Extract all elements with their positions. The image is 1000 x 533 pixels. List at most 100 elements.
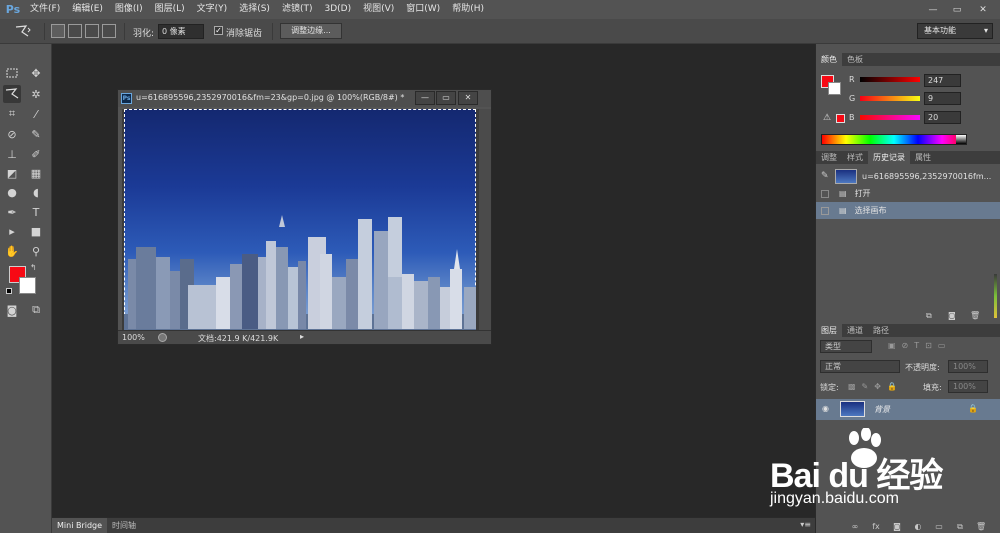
canvas-area[interactable]	[122, 109, 479, 330]
history-item-open[interactable]: ▤ 打开	[816, 185, 1000, 202]
color-spectrum[interactable]	[821, 134, 967, 145]
intersect-selection-icon[interactable]	[102, 24, 116, 38]
eyedropper-icon[interactable]: ⁄	[27, 105, 45, 123]
background-color-swatch[interactable]	[19, 277, 36, 294]
fx-icon[interactable]: fx	[871, 522, 881, 531]
adjustment-layer-icon[interactable]: ◐	[913, 522, 923, 531]
menu-filter[interactable]: 滤镜(T)	[276, 0, 319, 19]
link-layers-icon[interactable]: ∞	[850, 522, 860, 531]
tab-adjustments[interactable]: 调整	[816, 151, 842, 164]
blend-mode-select[interactable]: 正常	[820, 360, 900, 373]
new-document-from-state-icon[interactable]: ⧉	[926, 311, 932, 321]
tab-history[interactable]: 历史记录	[868, 151, 910, 164]
menu-layer[interactable]: 图层(L)	[149, 0, 191, 19]
hand-tool-icon[interactable]: ✋	[3, 242, 21, 260]
refine-edge-button[interactable]: 调整边缘...	[280, 23, 342, 39]
tab-swatches[interactable]: 色板	[842, 53, 868, 66]
move-tool-icon[interactable]: ✥	[27, 64, 45, 82]
menu-window[interactable]: 窗口(W)	[400, 0, 446, 19]
app-close-button[interactable]: ✕	[972, 0, 994, 19]
history-checkbox[interactable]	[821, 206, 829, 215]
camera-icon[interactable]: ◙	[948, 311, 956, 320]
path-select-icon[interactable]: ▸	[3, 222, 21, 240]
color-bg-swatch[interactable]	[828, 82, 841, 95]
type-tool-icon[interactable]: T	[27, 203, 45, 221]
swap-colors-icon[interactable]: ↰	[30, 263, 37, 272]
subtract-selection-icon[interactable]	[85, 24, 99, 38]
tab-channels[interactable]: 通道	[842, 324, 868, 337]
app-maximize-button[interactable]: ▭	[946, 0, 968, 19]
antialias-checkbox[interactable]: ✓	[214, 26, 223, 35]
lasso-tool-icon[interactable]	[3, 85, 21, 103]
history-snapshot[interactable]: ✎ u=616895596,2352970016fm...	[816, 165, 1000, 187]
tab-color[interactable]: 颜色	[816, 53, 842, 66]
lock-icons[interactable]: ▩✎✥🔒	[848, 382, 903, 391]
menu-view[interactable]: 视图(V)	[357, 0, 400, 19]
layer-name[interactable]: 背景	[874, 404, 890, 415]
blur-tool-icon[interactable]: ●	[3, 183, 21, 201]
default-colors-icon[interactable]	[6, 288, 12, 294]
menu-type[interactable]: 文字(Y)	[191, 0, 234, 19]
history-brush-icon[interactable]: ✐	[27, 145, 45, 163]
channel-g-slider[interactable]	[860, 96, 920, 101]
clone-stamp-icon[interactable]: ⊥	[3, 145, 21, 163]
marquee-tool-icon[interactable]	[3, 64, 21, 82]
trash-icon[interactable]: 🗑	[970, 311, 980, 320]
gradient-tool-icon[interactable]: ▦	[27, 164, 45, 182]
new-group-icon[interactable]: ▭	[934, 522, 944, 531]
layer-filter-select[interactable]: 类型	[820, 340, 872, 353]
tab-timeline[interactable]: 时间轴	[107, 518, 141, 533]
doc-restore-button[interactable]: ▭	[436, 91, 456, 105]
fill-input[interactable]: 100%	[948, 380, 988, 393]
menu-help[interactable]: 帮助(H)	[446, 0, 490, 19]
channel-r-value[interactable]: 247	[924, 74, 961, 87]
dodge-tool-icon[interactable]: ◖	[27, 183, 45, 201]
layer-filter-icons[interactable]: ▣⊘T⊡▭	[888, 341, 951, 350]
tab-properties[interactable]: 属性	[910, 151, 936, 164]
zoom-level[interactable]: 100%	[122, 333, 145, 342]
history-item-select-canvas[interactable]: ▤ 选择画布	[816, 202, 1000, 219]
layer-row-background[interactable]: ◉ 背景 🔒	[816, 399, 1000, 420]
status-menu-arrow-icon[interactable]: ▸	[300, 332, 304, 341]
tab-styles[interactable]: 样式	[842, 151, 868, 164]
tab-paths[interactable]: 路径	[868, 324, 894, 337]
menu-select[interactable]: 选择(S)	[233, 0, 276, 19]
layer-mask-icon[interactable]: ◙	[892, 522, 902, 531]
doc-minimize-button[interactable]: —	[415, 91, 435, 105]
opacity-input[interactable]: 100%	[948, 360, 988, 373]
shape-tool-icon[interactable]: ■	[27, 222, 45, 240]
panel-menu-icon[interactable]: ▾≡	[800, 520, 811, 529]
app-minimize-button[interactable]: —	[922, 0, 944, 19]
menu-3d[interactable]: 3D(D)	[318, 0, 357, 19]
channel-b-value[interactable]: 20	[924, 111, 961, 124]
workspace-select[interactable]: 基本功能 ▾	[917, 23, 993, 39]
history-checkbox[interactable]	[821, 189, 829, 198]
screen-mode-icon[interactable]: ⧉	[27, 301, 45, 319]
tab-mini-bridge[interactable]: Mini Bridge	[52, 518, 108, 533]
channel-r-slider[interactable]	[860, 77, 920, 82]
skyline-photo[interactable]	[124, 109, 476, 330]
brush-tool-icon[interactable]: ✎	[27, 125, 45, 143]
menu-edit[interactable]: 编辑(E)	[66, 0, 109, 19]
status-info-icon[interactable]	[158, 333, 167, 342]
eye-icon[interactable]: ◉	[822, 404, 829, 413]
crop-tool-icon[interactable]: ⌗	[3, 105, 21, 123]
quick-mask-icon[interactable]: ◙	[3, 301, 21, 319]
tab-layers[interactable]: 图层	[816, 324, 842, 337]
menu-image[interactable]: 图像(I)	[109, 0, 149, 19]
gamut-swatch[interactable]	[836, 114, 845, 123]
delete-layer-icon[interactable]: 🗑	[976, 522, 986, 531]
document-titlebar[interactable]: Ps u=616895596,2352970016&fm=23&gp=0.jpg…	[118, 90, 491, 107]
new-layer-icon[interactable]: ⧉	[955, 522, 965, 531]
magic-wand-icon[interactable]: ✲	[27, 85, 45, 103]
add-selection-icon[interactable]	[68, 24, 82, 38]
doc-close-button[interactable]: ✕	[458, 91, 478, 105]
pen-tool-icon[interactable]: ✒	[3, 203, 21, 221]
history-brush-source-icon[interactable]: ✎	[821, 171, 835, 181]
healing-brush-icon[interactable]: ⊘	[3, 125, 21, 143]
eraser-tool-icon[interactable]: ◩	[3, 164, 21, 182]
polygon-lasso-icon[interactable]	[14, 24, 32, 38]
feather-input[interactable]: 0 像素	[158, 24, 204, 39]
channel-g-value[interactable]: 9	[924, 92, 961, 105]
zoom-tool-icon[interactable]: ⚲	[27, 242, 45, 260]
